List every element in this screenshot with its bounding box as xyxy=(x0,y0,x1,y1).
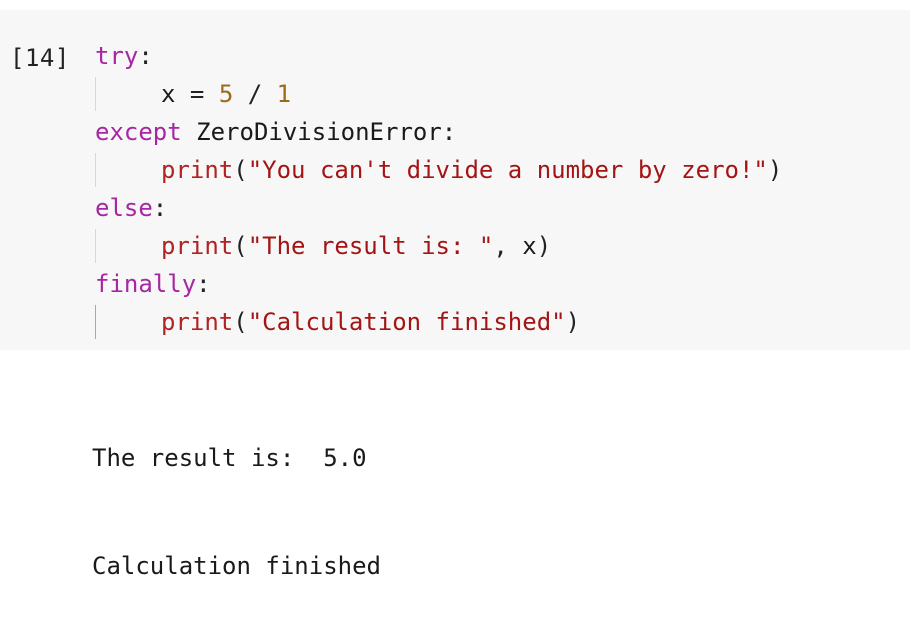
code-line-7: finally: xyxy=(95,265,782,303)
paren-close: ) xyxy=(767,156,783,184)
code-line-2: x = 5 / 1 xyxy=(95,75,782,113)
finally-keyword: finally xyxy=(95,270,197,298)
cell-output: The result is: 5.0 Calculation finished xyxy=(92,368,381,620)
output-line-1: The result is: 5.0 xyxy=(92,444,367,472)
paren-open: ( xyxy=(233,232,248,260)
comma: , xyxy=(493,232,523,260)
divide-operator: / xyxy=(233,80,277,108)
colon: : xyxy=(196,270,211,298)
else-keyword: else xyxy=(95,194,153,222)
execution-count: [14] xyxy=(10,44,70,72)
print-function: print xyxy=(161,308,234,336)
string-literal: "Calculation finished" xyxy=(247,308,566,336)
code-line-8: print("Calculation finished") xyxy=(95,303,782,341)
paren-close: ) xyxy=(536,232,552,260)
code-line-3: except ZeroDivisionError: xyxy=(95,113,782,151)
string-literal: "The result is: " xyxy=(247,232,494,260)
code-line-1: try: xyxy=(95,37,782,75)
print-function: print xyxy=(161,232,234,260)
colon: : xyxy=(138,42,153,70)
number-literal: 5 xyxy=(218,80,234,108)
variable-x: x xyxy=(161,80,176,108)
colon: : xyxy=(441,118,457,146)
exception-name: ZeroDivisionError xyxy=(196,118,442,146)
code-line-5: else: xyxy=(95,189,782,227)
assign-operator: = xyxy=(175,80,219,108)
except-keyword: except xyxy=(95,118,182,146)
indent-guide xyxy=(95,153,96,187)
code-cell[interactable]: [14] try: x = 5 / 1 except ZeroDivisionE… xyxy=(0,10,910,350)
indent-guide xyxy=(95,305,96,339)
variable-x: x xyxy=(522,232,537,260)
output-line-2: Calculation finished xyxy=(92,552,381,580)
paren-open: ( xyxy=(233,156,248,184)
code-line-6: print("The result is: ", x) xyxy=(95,227,782,265)
number-literal: 1 xyxy=(276,80,292,108)
try-keyword: try xyxy=(95,42,139,70)
string-literal: "You can't divide a number by zero!" xyxy=(247,156,768,184)
indent-guide xyxy=(95,229,96,263)
paren-close: ) xyxy=(565,308,581,336)
code-line-4: print("You can't divide a number by zero… xyxy=(95,151,782,189)
print-function: print xyxy=(161,156,234,184)
paren-open: ( xyxy=(233,308,248,336)
colon: : xyxy=(152,194,168,222)
indent-guide xyxy=(95,77,96,111)
code-editor[interactable]: try: x = 5 / 1 except ZeroDivisionError:… xyxy=(95,37,782,341)
